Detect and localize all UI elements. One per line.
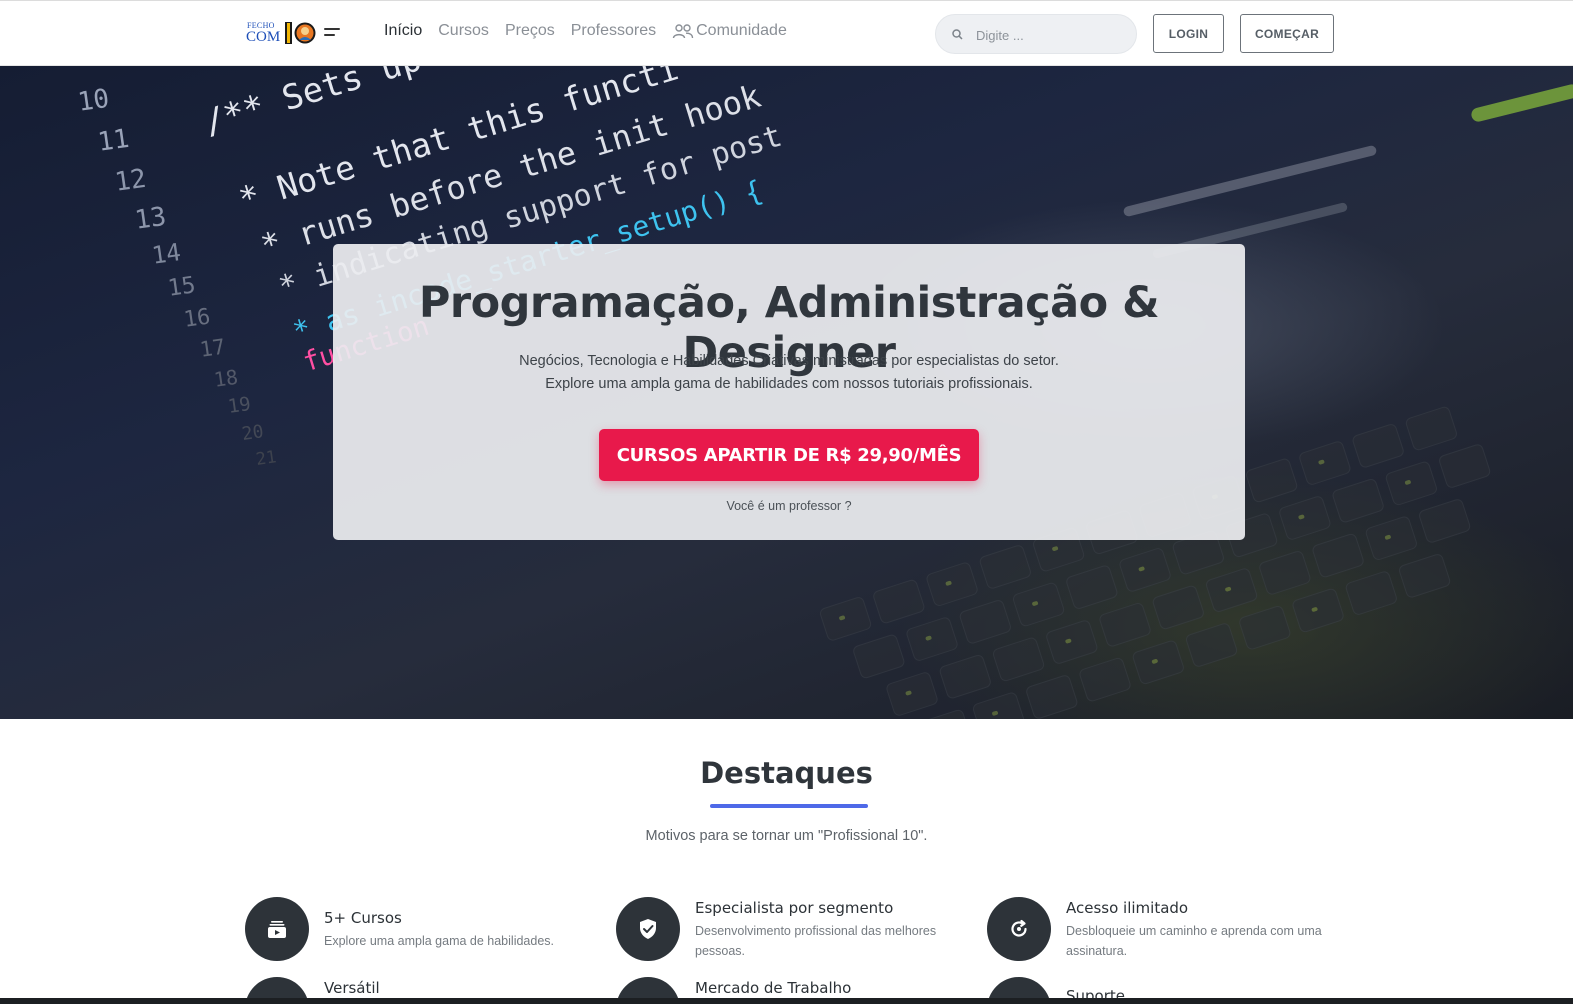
code-line-number: 15 — [166, 272, 198, 302]
nav-item-cursos[interactable]: Cursos — [438, 22, 489, 40]
nav-item-inicio[interactable]: Início — [384, 22, 422, 40]
nav-comunidade-label: Comunidade — [696, 22, 787, 39]
nav-item-professores[interactable]: Professores — [571, 22, 656, 40]
hero-section: 10 11 12 13 14 15 16 17 18 19 20 21 /** … — [0, 66, 1573, 719]
code-line-number: 18 — [212, 364, 240, 392]
hero-subtitle: Negócios, Tecnologia e Habilidades Criat… — [519, 353, 1059, 392]
section-subtitle: Motivos para se tornar um "Profissional … — [645, 828, 928, 844]
feature-icon-circle — [987, 897, 1051, 961]
feature-title: Especialista por segmento — [695, 899, 894, 917]
nav-item-precos[interactable]: Preços — [505, 22, 555, 40]
section-title-underline — [710, 804, 868, 808]
code-line-number: 21 — [254, 447, 278, 470]
main-nav: Início Cursos Preços Professores Comunid… — [384, 22, 803, 40]
top-navbar: FECHO COM Início Cursos Preços Professor… — [0, 0, 1573, 66]
cta-courses-button[interactable]: CURSOS APARTIR DE R$ 29,90/MÊS — [599, 429, 979, 481]
refresh-icon — [1011, 919, 1027, 937]
code-line-number: 17 — [198, 334, 227, 362]
code-blur-green — [1469, 82, 1573, 124]
login-button[interactable]: LOGIN — [1153, 14, 1224, 53]
feature-title: Versátil — [324, 979, 380, 997]
code-line-number: 12 — [112, 163, 149, 198]
feature-description: Explore uma ampla gama de habilidades. — [324, 934, 554, 948]
search-box — [935, 14, 1137, 54]
code-line-number: 16 — [182, 304, 212, 333]
feature-icon-circle — [245, 897, 309, 961]
code-line-number: 13 — [132, 201, 169, 236]
search-input[interactable] — [976, 25, 1126, 45]
teacher-link[interactable]: Você é um professor ? — [333, 499, 1245, 513]
feature-description: Desenvolvimento profissional das melhore… — [695, 924, 937, 958]
feature-icon-circle — [616, 897, 680, 961]
feature-title: Acesso ilimitado — [1066, 899, 1189, 917]
code-line-number: 20 — [240, 421, 265, 445]
logo-ten-icon — [285, 22, 316, 44]
shield-check-icon — [640, 919, 656, 939]
window-bottom-edge — [0, 998, 1573, 1004]
feature-title: 5+ Cursos — [324, 909, 402, 927]
section-title-destaques: Destaques — [700, 756, 873, 790]
start-button[interactable]: COMEÇAR — [1240, 14, 1334, 53]
feature-title: Mercado de Trabalho — [695, 979, 852, 997]
code-line-number: 11 — [95, 123, 132, 158]
search-icon — [952, 29, 963, 40]
video-library-icon — [268, 921, 286, 938]
code-line-number: 19 — [226, 392, 253, 418]
nav-item-comunidade[interactable]: Comunidade — [672, 22, 787, 40]
code-line-number: 10 — [75, 83, 112, 118]
code-line-number: 14 — [150, 238, 183, 270]
hero-card: Programação, Administração & Designer Ne… — [333, 244, 1245, 540]
logo-com-text: COM — [246, 29, 281, 45]
menu-toggle-icon[interactable] — [324, 27, 340, 39]
users-icon — [672, 24, 694, 39]
feature-description: Desbloqueie um caminho e aprenda com uma… — [1066, 924, 1322, 958]
